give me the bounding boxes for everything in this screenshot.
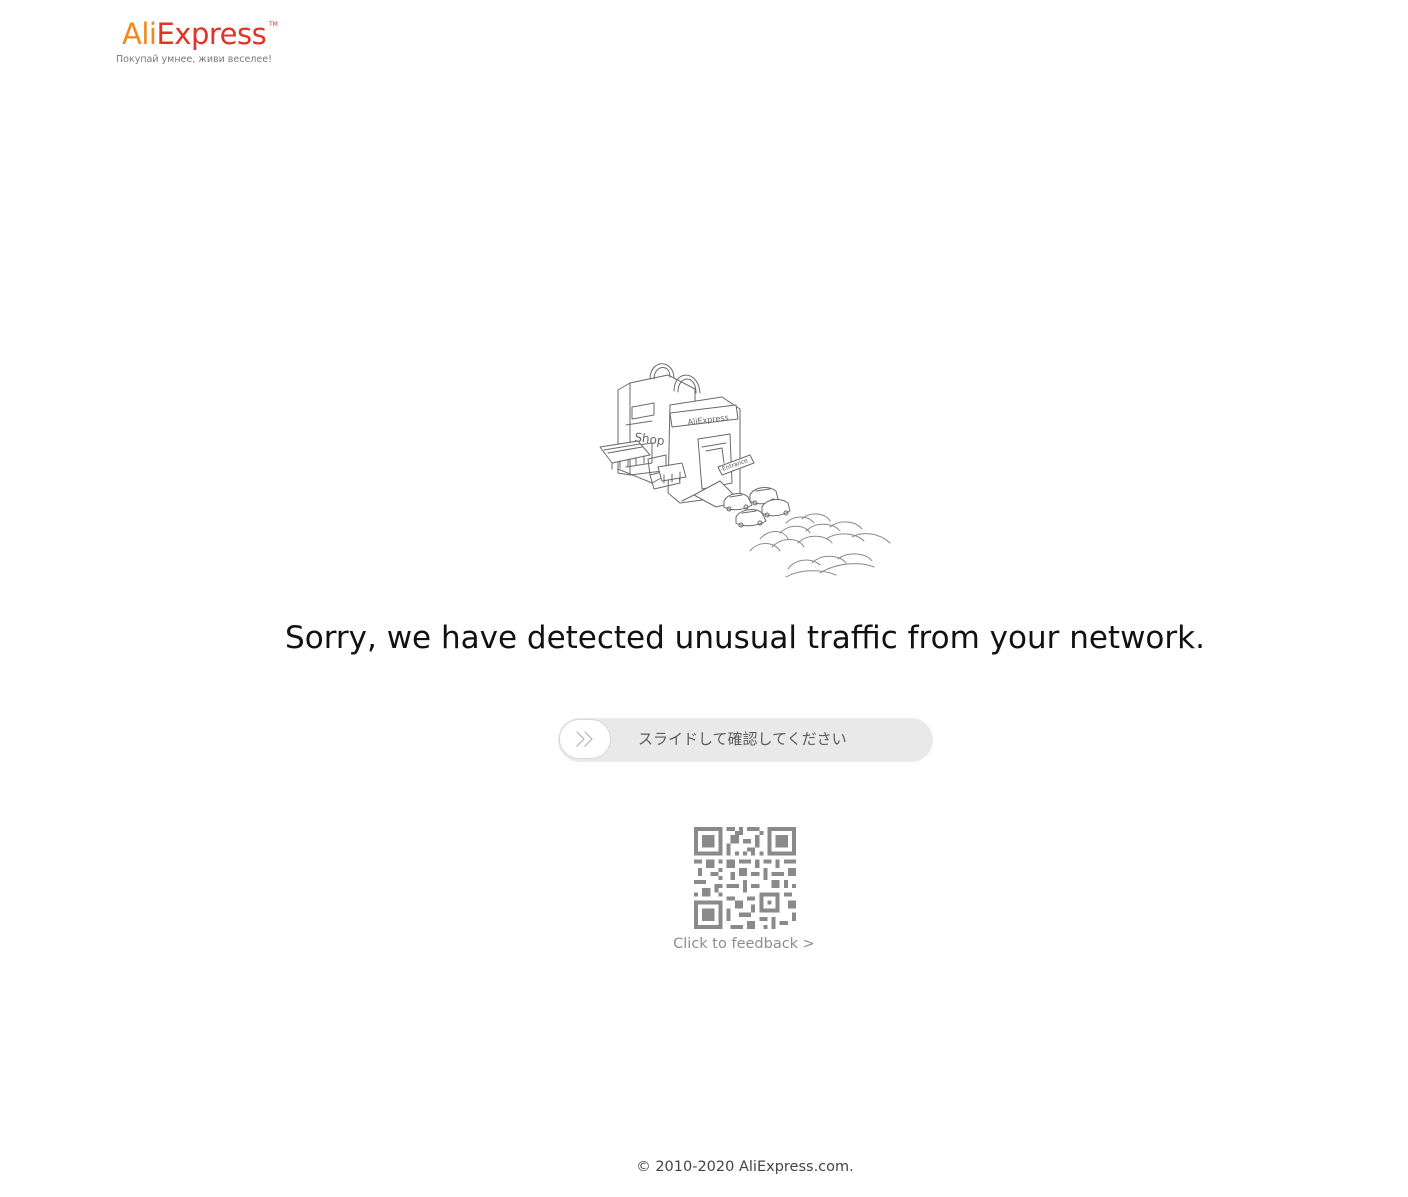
feedback-link[interactable]: Click to feedback >	[0, 934, 1408, 954]
logo-tagline: Покупай умнее, живи веселее!	[116, 54, 272, 65]
logo-wordmark: AliExpress	[122, 16, 267, 52]
unusual-traffic-message: Sorry, we have detected unusual traffic …	[285, 620, 1205, 656]
store-traffic-illustration: Shop AliExpress Entrance	[599, 363, 891, 578]
footer-copyright: © 2010-2020 AliExpress.com.	[636, 1159, 854, 1175]
slide-verify-label: スライドして確認してください	[638, 730, 847, 748]
logo-express: Express	[156, 17, 267, 51]
qr-code-icon[interactable]	[694, 827, 796, 929]
logo-ali: Ali	[122, 17, 157, 51]
slide-verify-handle[interactable]	[559, 719, 611, 759]
aliexpress-logo[interactable]: AliExpress TM Покупай умнее, живи веселе…	[114, 14, 284, 72]
road-swirls	[749, 513, 891, 578]
logo-trademark: TM	[269, 21, 278, 28]
slide-verify-track[interactable]: スライドして確認してください	[558, 718, 933, 762]
double-chevron-right-icon	[576, 731, 593, 747]
